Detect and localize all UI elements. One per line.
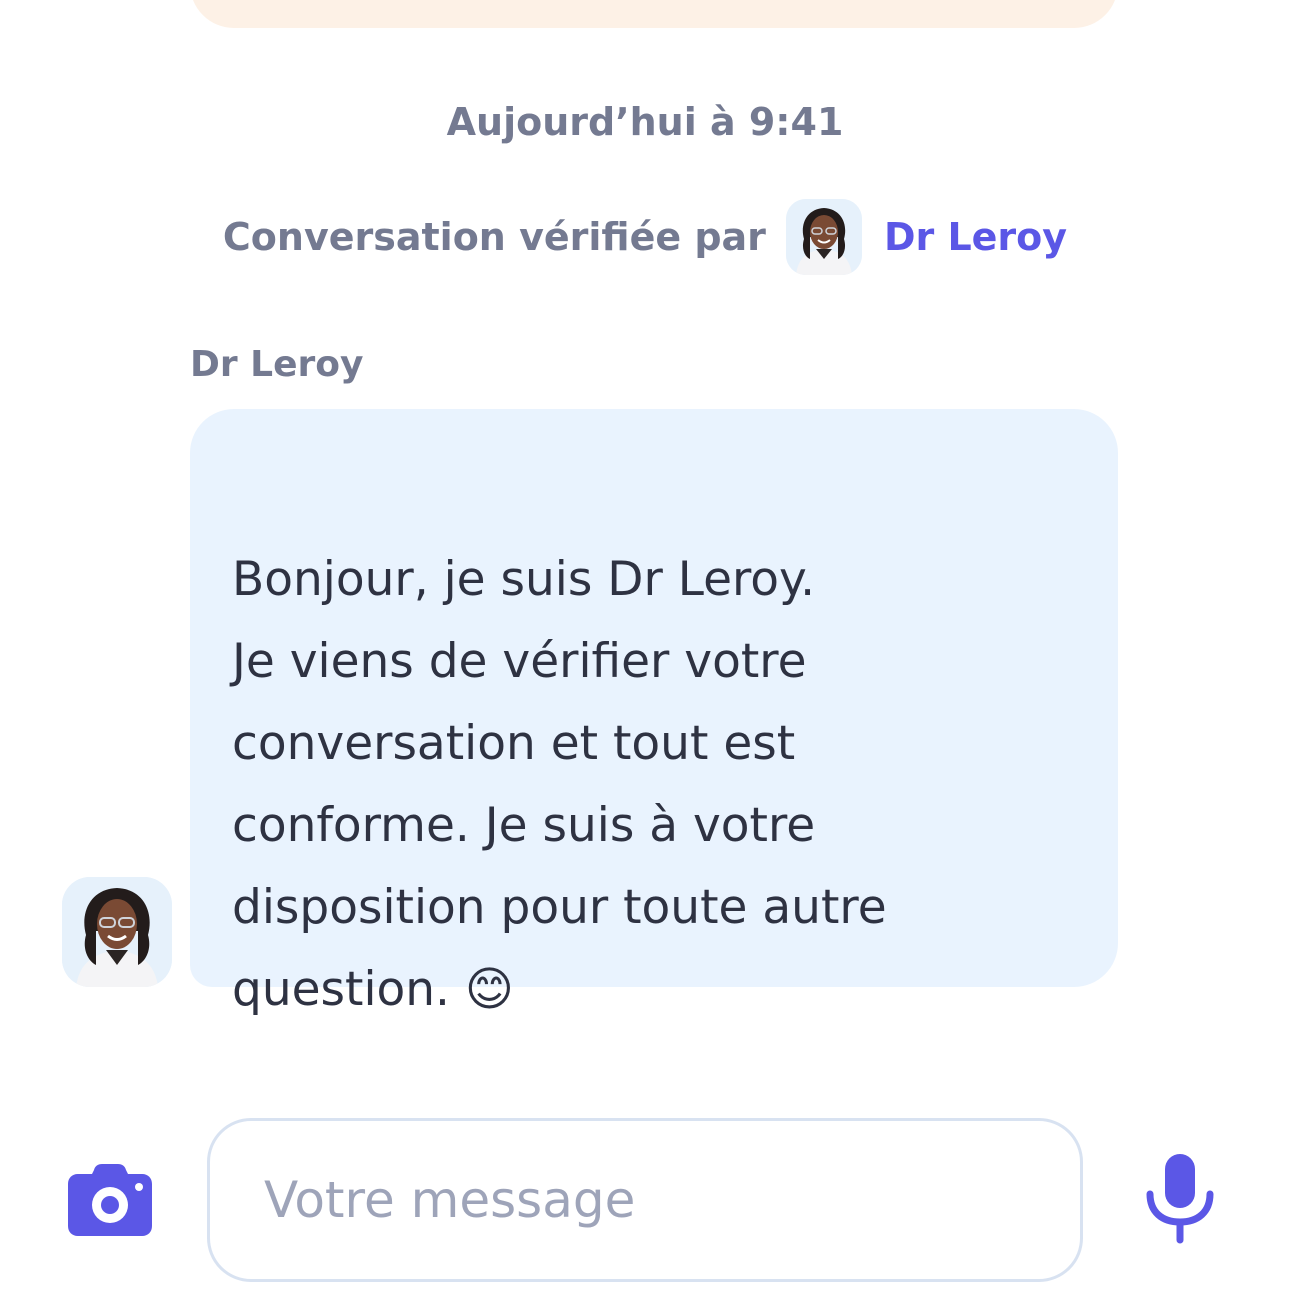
microphone-icon <box>1146 1154 1214 1244</box>
verification-row: Conversation vérifiée par Dr Leroy <box>0 198 1290 276</box>
message-bubble: Bonjour, je suis Dr Leroy. Je viens de vé… <box>190 409 1118 1017</box>
message-input-placeholder: Votre message <box>264 1171 636 1229</box>
previous-message-card <box>190 0 1118 28</box>
microphone-button[interactable] <box>1144 1152 1216 1244</box>
doctor-avatar[interactable] <box>62 877 172 987</box>
message-input[interactable]: Votre message <box>207 1118 1083 1282</box>
camera-icon <box>68 1164 152 1236</box>
message-text: Je viens de vérifier votre conversation … <box>232 634 887 1017</box>
chat-screen: Aujourd’hui à 9:41 Conversation vérifiée… <box>0 0 1290 1290</box>
verified-label: Conversation vérifiée par <box>222 215 766 259</box>
camera-button[interactable] <box>66 1162 154 1238</box>
message-greeting: Bonjour, je suis Dr Leroy. <box>232 552 816 607</box>
message-timestamp: Aujourd’hui à 9:41 <box>446 100 844 144</box>
message-composer: Votre message <box>0 1110 1290 1290</box>
doctor-portrait-icon <box>785 199 862 275</box>
verified-doctor-link[interactable]: Dr Leroy <box>884 215 1067 259</box>
message-sender-name: Dr Leroy <box>190 344 364 385</box>
doctor-portrait-icon <box>62 877 172 987</box>
doctor-avatar-small[interactable] <box>785 199 862 275</box>
